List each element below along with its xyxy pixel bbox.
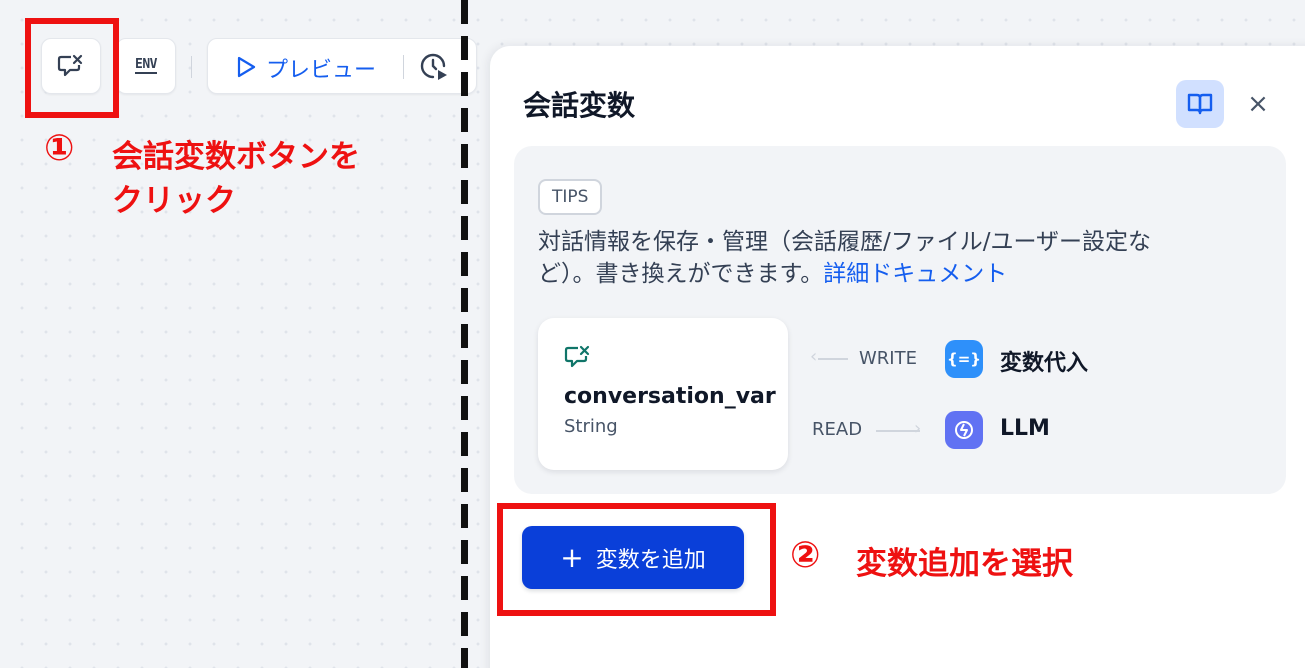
annotation-box-2 [497,503,776,616]
close-icon: × [1247,89,1269,119]
write-arrow [818,358,848,360]
variable-assign-icon: {=} [945,340,983,378]
env-icon: ENV [135,57,157,74]
book-icon [1187,93,1213,115]
variable-name: conversation_var [564,384,776,409]
read-arrow-head: › [914,418,922,439]
annotation-step1-number: ① [44,128,75,169]
annotation-step2-text: 変数追加を選択 [856,546,1073,582]
write-arrow-head: ‹ [810,346,818,367]
history-play-icon [420,53,447,80]
preview-toolbar-group: プレビュー [207,38,477,94]
tips-text-line2: ど）。書き換えができます。 [538,261,824,287]
close-button[interactable]: × [1240,86,1276,122]
tips-card: TIPS 対話情報を保存・管理（会話履歴/ファイル/ユーザー設定な ど）。書き換… [514,146,1286,494]
annotation-step2-number: ② [790,535,821,576]
play-icon [237,56,256,78]
tips-badge: TIPS [538,179,603,215]
dashed-divider [461,0,468,668]
read-node-label: LLM [1000,416,1050,441]
docs-button[interactable] [1176,80,1224,128]
history-button[interactable] [416,47,456,87]
read-label: READ [812,419,863,440]
write-node-label: 変数代入 [1000,351,1089,376]
tips-text: 対話情報を保存・管理（会話履歴/ファイル/ユーザー設定な ど）。書き換えができま… [538,226,1238,290]
variable-card: conversation_var String [538,318,788,470]
variable-type: String [564,416,618,437]
annotation-step1-line2: クリック [112,183,236,219]
write-label: WRITE [859,348,917,369]
group-divider [403,55,404,79]
annotation-box-1 [25,18,119,118]
preview-label: プレビュー [266,58,377,83]
toolbar-divider [191,56,192,78]
conversation-var-icon [564,345,590,368]
docs-link[interactable]: 詳細ドキュメント [823,261,1007,287]
preview-button[interactable]: プレビュー [208,39,398,93]
tips-text-line1: 対話情報を保存・管理（会話履歴/ファイル/ユーザー設定な [538,229,1152,255]
llm-icon [945,411,983,449]
env-button[interactable]: ENV [116,38,176,94]
annotation-step1-line1: 会話変数ボタンを [112,139,360,175]
panel-title: 会話変数 [523,89,636,122]
